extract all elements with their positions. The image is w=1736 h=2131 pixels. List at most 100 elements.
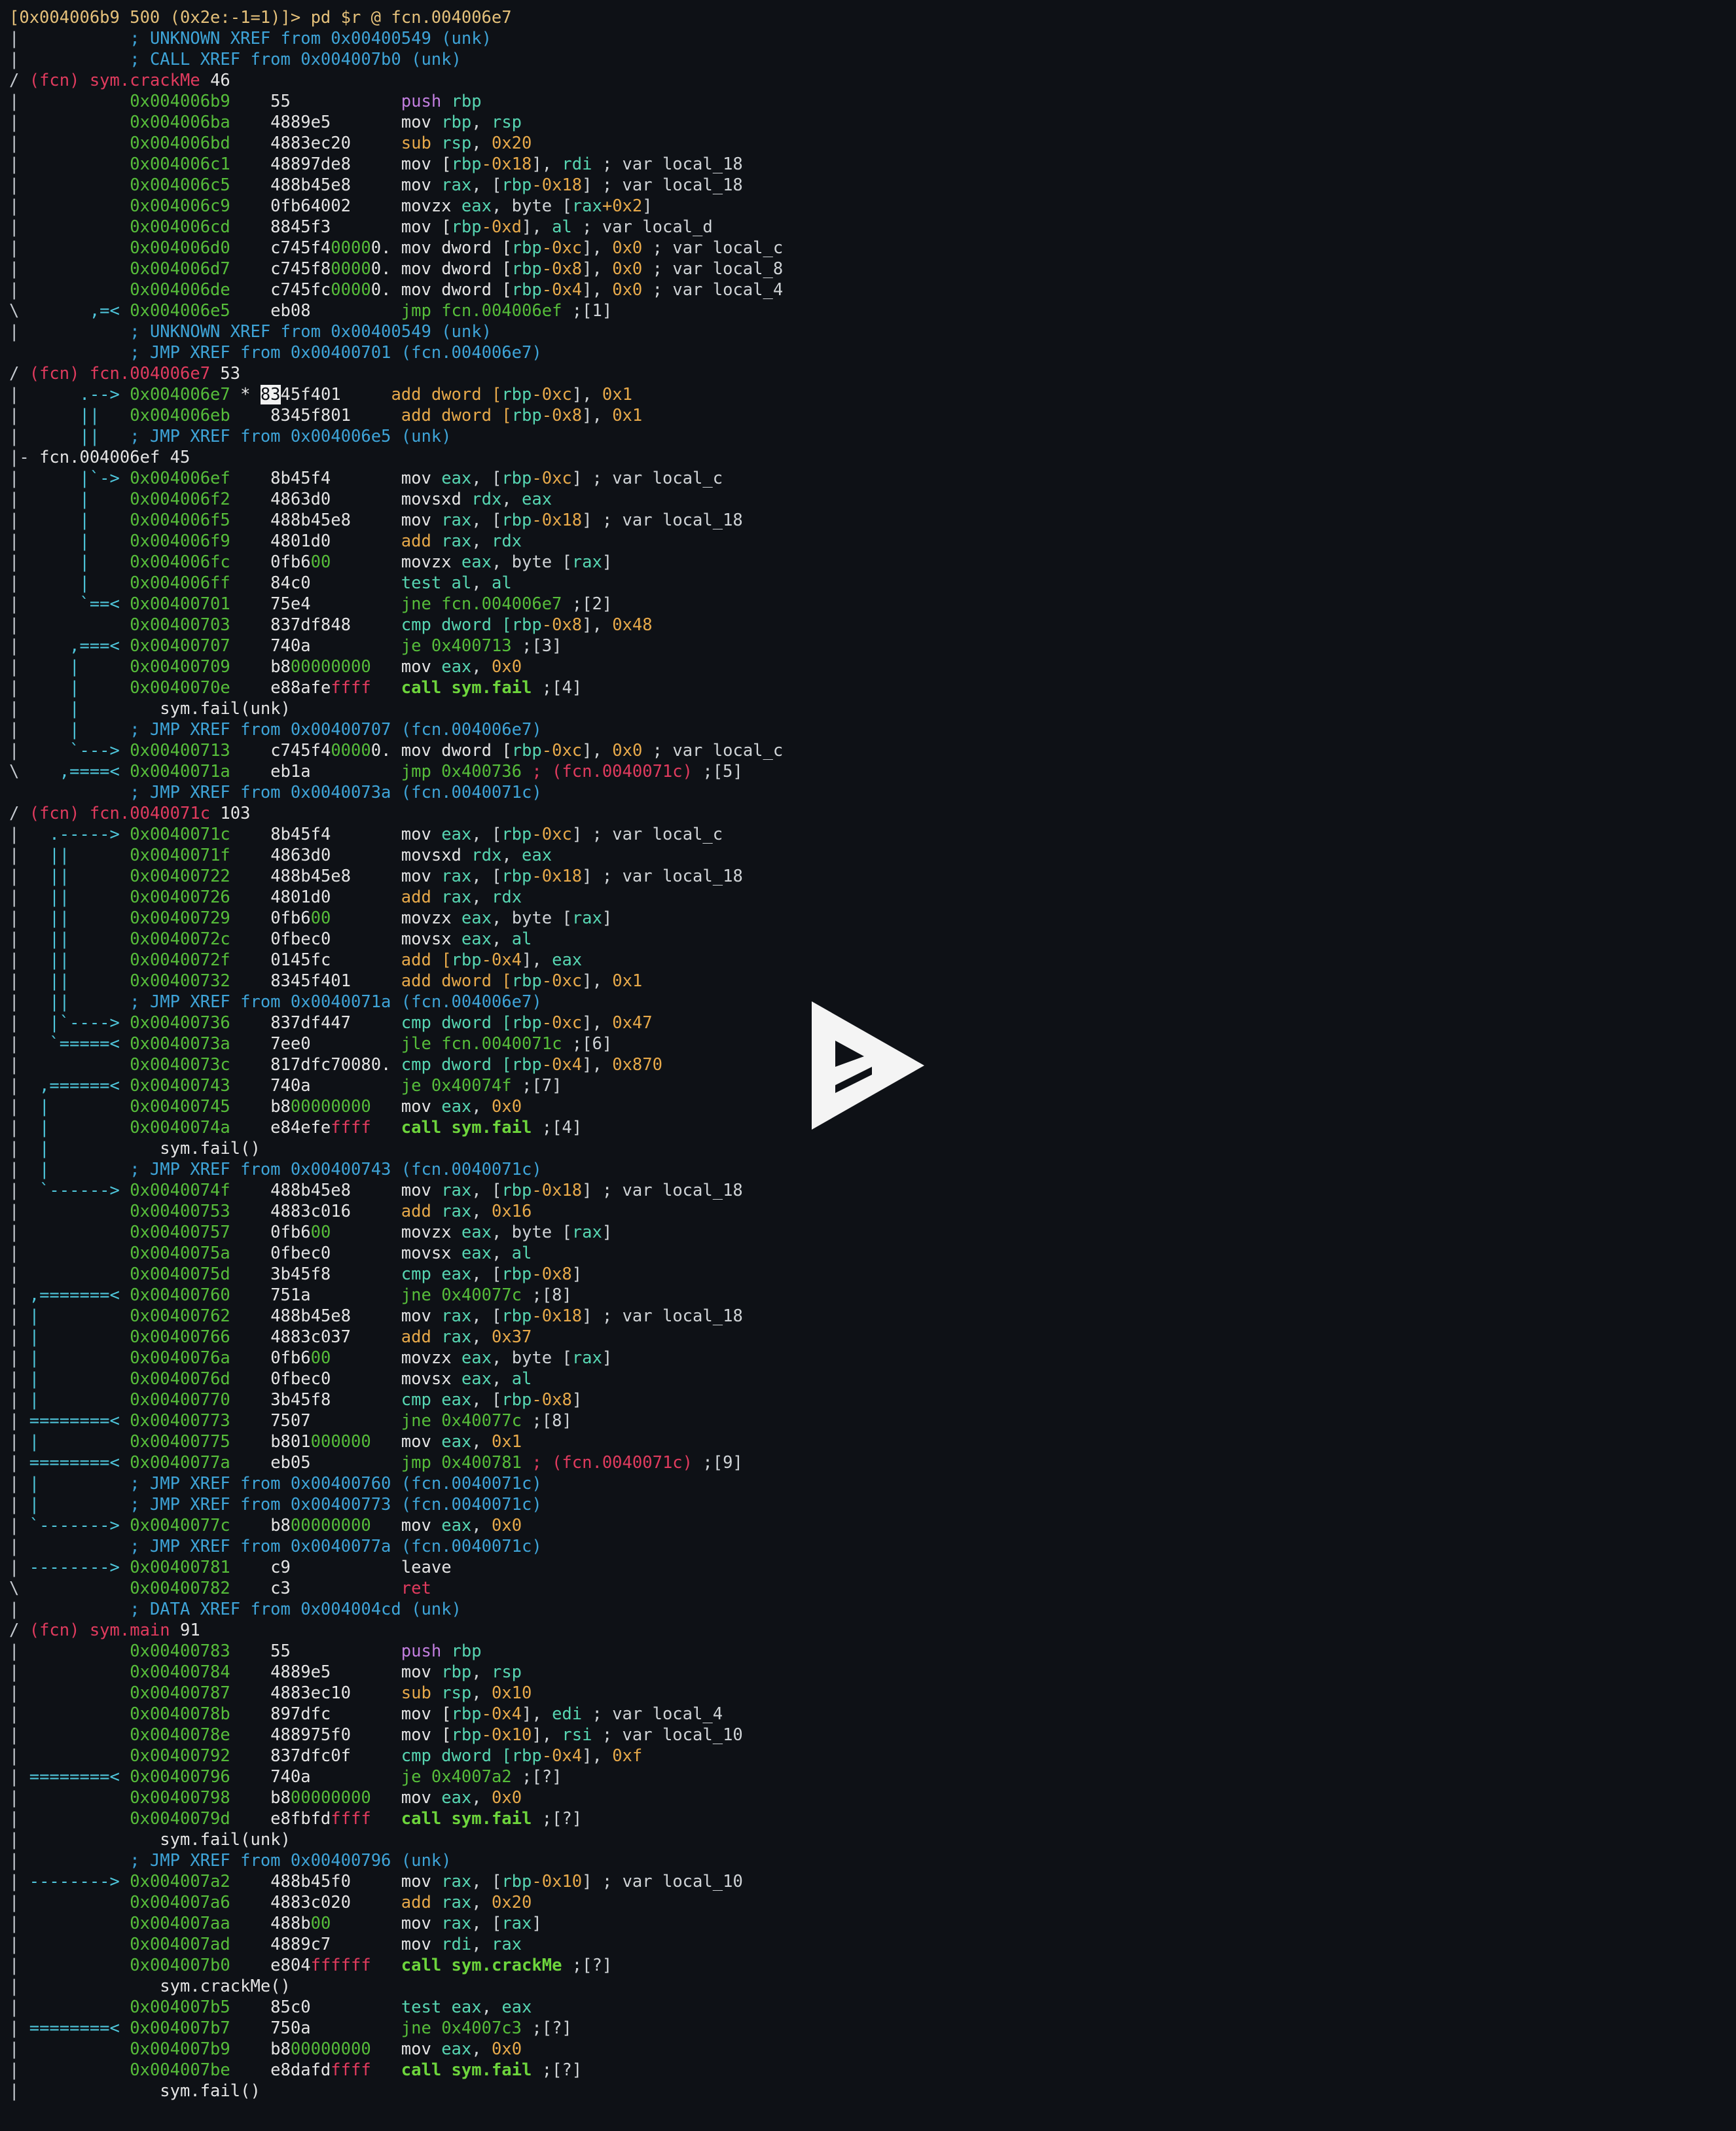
mnemonic: call sym.fail bbox=[401, 2060, 532, 2080]
operand-text: , [ bbox=[471, 1181, 502, 1200]
disasm-line: | sym.fail(unk) bbox=[9, 1829, 783, 1850]
flow-arrow: | bbox=[39, 1139, 160, 1158]
disasm-line: | | 0x0040076d 0fbec0 movsx eax, al bbox=[9, 1369, 783, 1389]
opcode-bytes bbox=[371, 1097, 401, 1117]
mnemonic: cmp bbox=[401, 1264, 442, 1284]
disasm-line: | ========< 0x00400773 7507 jne 0x40077c… bbox=[9, 1410, 783, 1431]
instruction-address: 0x004007b0 bbox=[130, 1956, 230, 1975]
operand-text: , bbox=[481, 1997, 502, 2017]
flow-arrow: || bbox=[79, 406, 130, 425]
register: rax bbox=[441, 1872, 472, 1891]
disasm-line: | |`-> 0x004006ef 8b45f4 mov eax, [rbp-0… bbox=[9, 468, 783, 489]
opcode-bytes: 4883ec10 bbox=[230, 1683, 401, 1703]
graph-edge: | bbox=[9, 1181, 40, 1200]
disasm-line: | | 0x00400775 b801000000 mov eax, 0x1 bbox=[9, 1431, 783, 1452]
register: eax bbox=[461, 1369, 492, 1389]
opcode-bytes: e8dafd bbox=[230, 2060, 331, 2080]
graph-edge: | bbox=[9, 720, 70, 740]
operand-text: , byte [ bbox=[491, 1223, 572, 1242]
immediate: -0x10 bbox=[532, 1872, 583, 1891]
mnemonic: jne 0x40077c bbox=[401, 1411, 522, 1431]
function-header: ; (fcn.0040071c) bbox=[522, 762, 693, 781]
opcode-bytes: 8345f801 bbox=[230, 406, 401, 425]
register: eax bbox=[441, 657, 472, 677]
opcode-bytes bbox=[371, 1809, 401, 1829]
opcode-bytes: 0fb6 bbox=[230, 1348, 311, 1368]
instruction-address: 0x004006f5 bbox=[130, 510, 230, 530]
graph-edge: | bbox=[9, 29, 130, 48]
function-size: 103 bbox=[210, 804, 251, 823]
operand-text: ], bbox=[571, 385, 602, 404]
mnemonic: mov bbox=[401, 657, 442, 677]
operand-text: , bbox=[471, 573, 492, 593]
graph-edge: | bbox=[9, 1306, 29, 1326]
operand-text: , [ bbox=[471, 1306, 502, 1326]
register: eax bbox=[441, 1390, 472, 1410]
opcode-bytes: 00000000 bbox=[290, 1516, 371, 1535]
disasm-line: | ; UNKNOWN XREF from 0x00400549 (unk) bbox=[9, 28, 783, 49]
operand-text: ] bbox=[571, 825, 583, 844]
opcode-bytes: 00 bbox=[310, 1914, 331, 1933]
operand-text: ] bbox=[642, 196, 653, 216]
operand-text: ], bbox=[582, 238, 613, 258]
mnemonic: cmp dword [ bbox=[401, 1055, 512, 1075]
prompt-text: [0x004006b9 500 (0x2e:-1=1)]> pd $r @ fc… bbox=[9, 8, 512, 27]
flow-arrow: | bbox=[69, 720, 130, 740]
register: eax bbox=[552, 950, 583, 970]
register: al bbox=[552, 217, 572, 237]
instruction-address: 0x004007be bbox=[130, 2060, 230, 2080]
graph-edge: / bbox=[9, 364, 29, 384]
instruction-address: 0x0040078e bbox=[130, 1725, 230, 1745]
operand-text: ], bbox=[582, 741, 613, 761]
opcode-bytes: 85c0 bbox=[230, 1997, 401, 2017]
mnemonic: mov bbox=[401, 1097, 442, 1117]
opcode-bytes: 897dfc bbox=[230, 1704, 401, 1724]
opcode-bytes: 000000 bbox=[310, 1432, 371, 1452]
register: rax bbox=[441, 1914, 472, 1933]
graph-edge: | bbox=[9, 1600, 130, 1619]
instruction-address: 0x004006c5 bbox=[130, 175, 230, 195]
disasm-line: | 0x0040073c 817dfc70080. cmp dword [rbp… bbox=[9, 1054, 783, 1075]
graph-edge: | bbox=[9, 1139, 40, 1158]
disasm-line: | | sym.fail(unk) bbox=[9, 698, 783, 719]
register: rbp bbox=[511, 971, 542, 991]
mnemonic: jne fcn.004006e7 bbox=[401, 594, 562, 614]
operand-text: , bbox=[471, 657, 492, 677]
disasm-line: | || 0x00400726 4801d0 add rax, rdx bbox=[9, 887, 783, 908]
disasm-line: | `---> 0x00400713 c745f400000. mov dwor… bbox=[9, 740, 783, 761]
opcode-bytes: 751a bbox=[230, 1285, 401, 1305]
mnemonic: sub bbox=[401, 134, 442, 153]
instruction-address: 0x00400798 bbox=[130, 1788, 230, 1808]
instruction-address: 0x00400726 bbox=[130, 887, 230, 907]
disasm-line: ; JMP XREF from 0x00400701 (fcn.004006e7… bbox=[9, 342, 783, 363]
disasm-line: | ; UNKNOWN XREF from 0x00400549 (unk) bbox=[9, 321, 783, 342]
instruction-address: 0x004006d7 bbox=[130, 259, 230, 279]
graph-edge: / bbox=[9, 1621, 29, 1640]
instruction-address: 0x0040077a bbox=[130, 1453, 230, 1473]
flow-arrow: | bbox=[29, 1306, 130, 1326]
register: rsp bbox=[441, 1683, 472, 1703]
xref-comment: ; JMP XREF from 0x004006e5 (unk) bbox=[130, 427, 452, 446]
graph-edge: | bbox=[9, 1453, 29, 1473]
comment: ; var local_d bbox=[571, 217, 713, 237]
register: rbp bbox=[451, 154, 482, 174]
disasm-line: | ; CALL XREF from 0x004007b0 (unk) bbox=[9, 49, 783, 70]
instruction-address: 0x0040076a bbox=[130, 1348, 230, 1368]
operand-text: ] bbox=[582, 1872, 592, 1891]
opcode-bytes bbox=[371, 1788, 401, 1808]
flow-arrow: `-------> bbox=[29, 1516, 130, 1535]
comment: ; var local_c bbox=[582, 469, 723, 488]
register: rbp bbox=[501, 1390, 532, 1410]
instruction-address: 0x00400709 bbox=[130, 657, 230, 677]
operand-text: , [ bbox=[471, 1390, 502, 1410]
register: rax bbox=[441, 531, 472, 551]
register: rsp bbox=[441, 134, 472, 153]
graph-edge: | bbox=[9, 259, 130, 279]
graph-edge: | bbox=[9, 1809, 130, 1829]
instruction-address: 0x00400762 bbox=[130, 1306, 230, 1326]
flow-arrow: | bbox=[69, 678, 130, 698]
graph-edge: | bbox=[9, 594, 80, 614]
opcode-bytes: 488b bbox=[230, 1914, 311, 1933]
xref-comment: ; UNKNOWN XREF from 0x00400549 (unk) bbox=[130, 322, 492, 342]
function-header: (fcn) sym.main bbox=[29, 1621, 170, 1640]
